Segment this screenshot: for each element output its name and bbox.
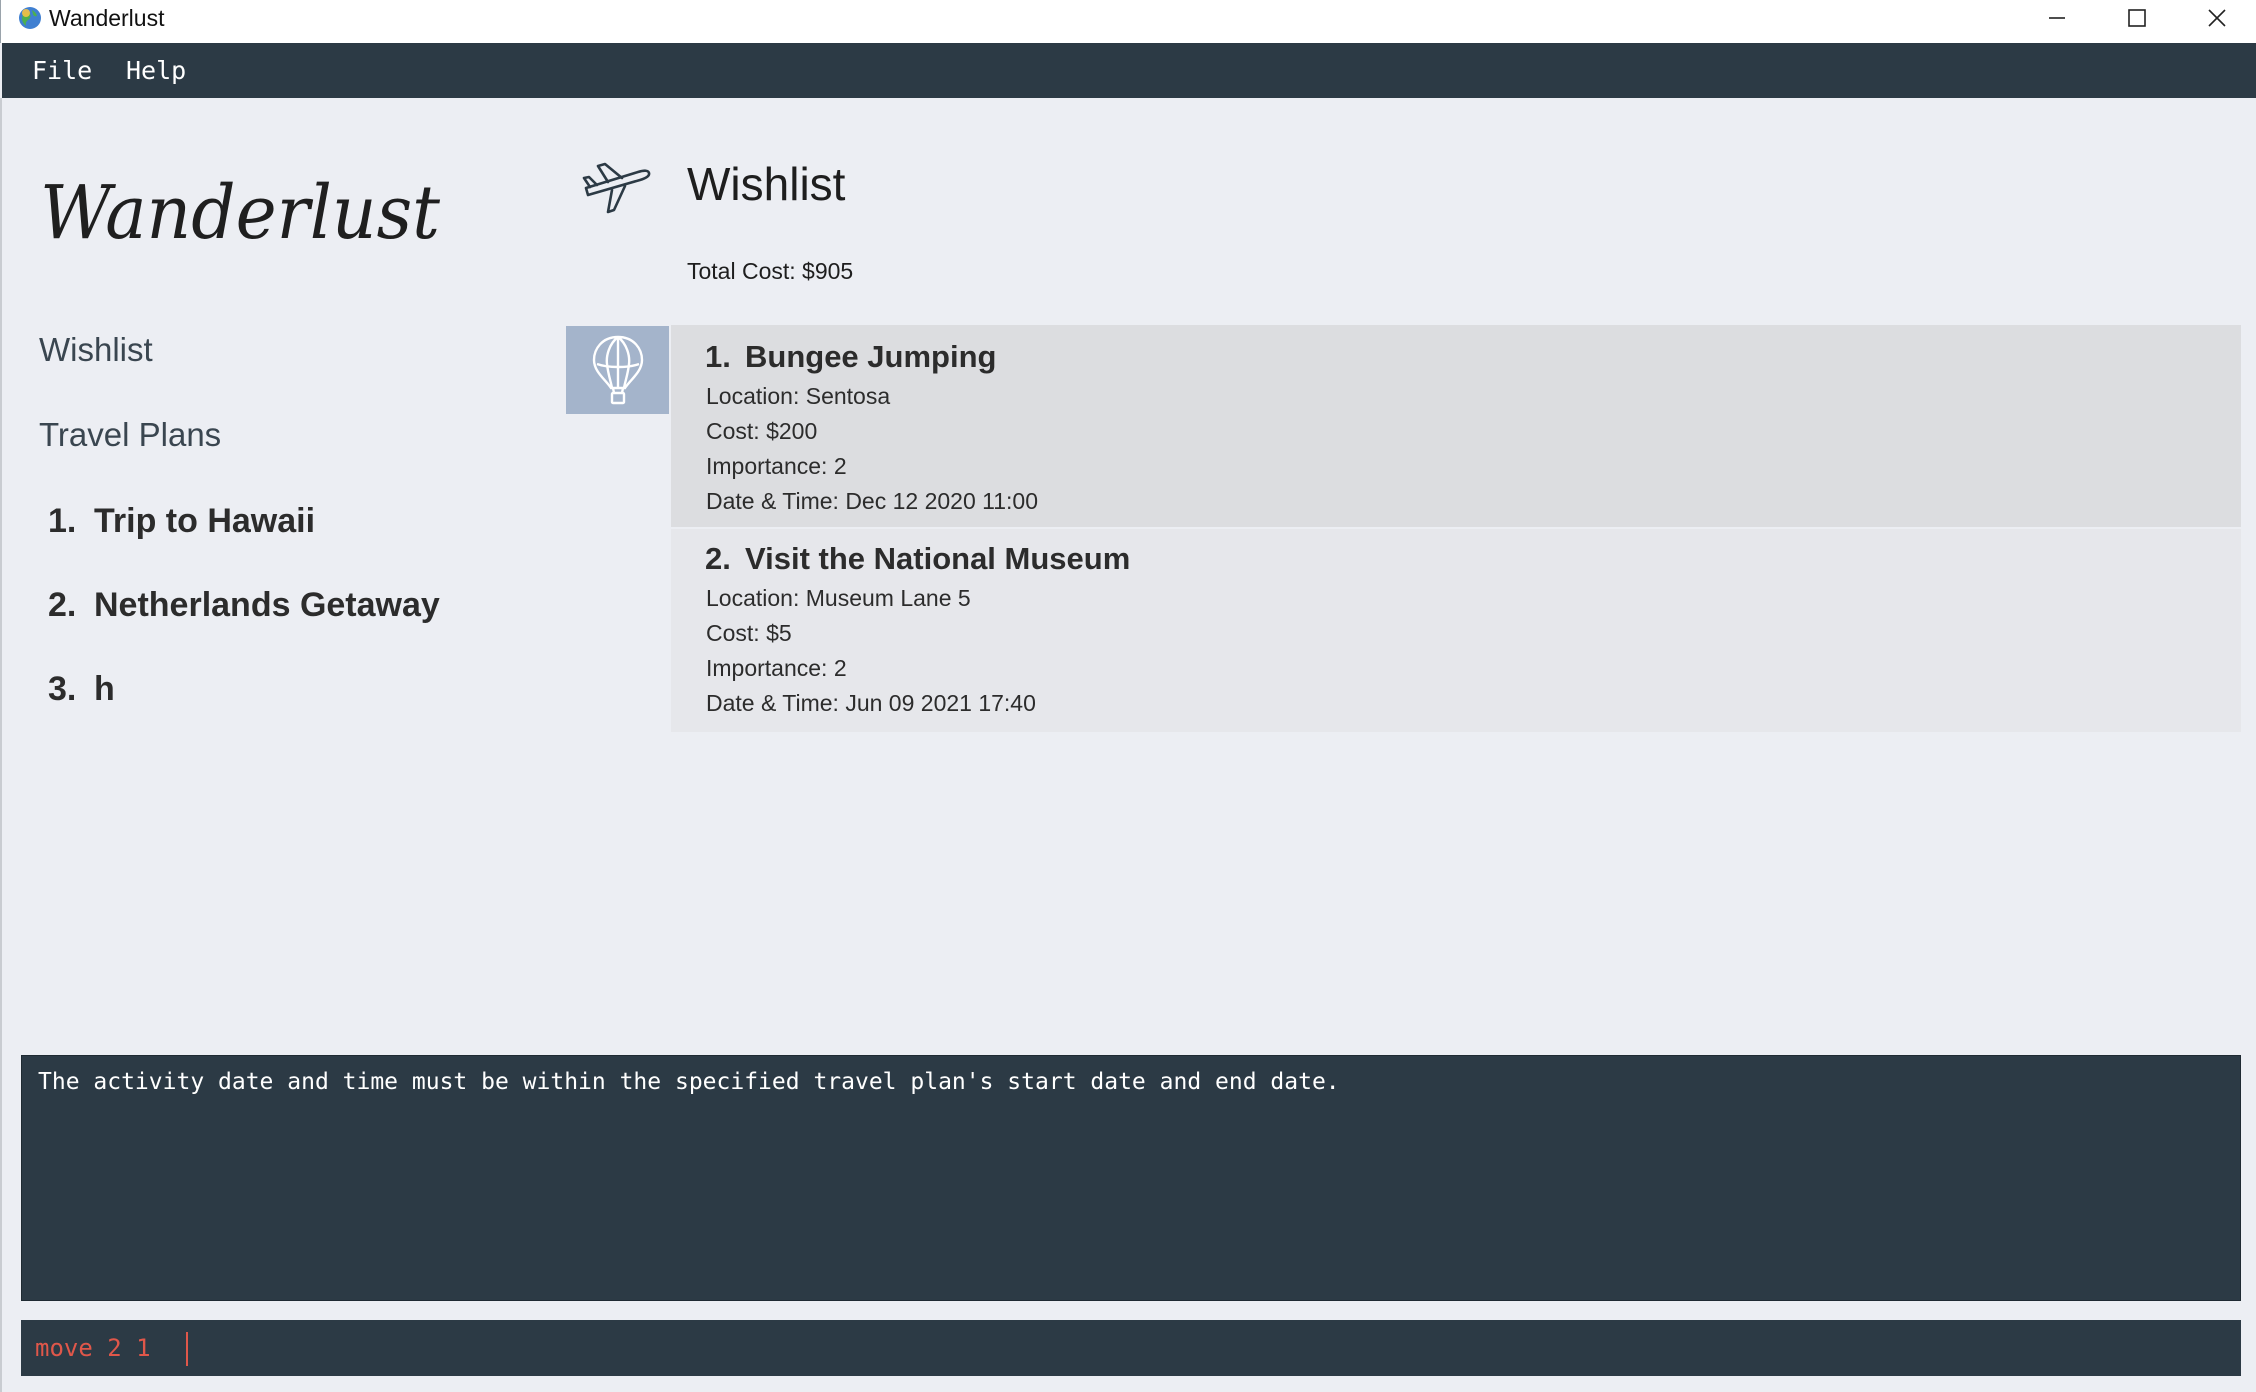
plan-name: h <box>94 670 115 708</box>
activity-importance: Importance: 2 <box>706 453 847 479</box>
activity-location: Location: Sentosa <box>706 383 891 409</box>
menu-help[interactable]: Help <box>126 57 186 85</box>
window-title-bar: Wanderlust <box>0 0 2256 43</box>
activity-datetime: Date & Time: Jun 09 2021 17:40 <box>706 690 1036 716</box>
airplane-icon <box>582 162 651 214</box>
window-title: Wanderlust <box>49 5 165 31</box>
activity-number: 2. <box>705 541 731 576</box>
minimize-icon <box>2049 17 2065 19</box>
minimize-button[interactable] <box>2017 0 2097 36</box>
menu-bar: File Help <box>2 43 2256 98</box>
activity-name: 2. Visit the National Museum <box>705 541 1130 577</box>
activity-cost: Cost: $200 <box>706 418 818 444</box>
activity-number: 1. <box>705 339 731 374</box>
plan-number: 2. <box>48 586 77 624</box>
window-left-border <box>0 98 2 1392</box>
activity-name: 1. Bungee Jumping <box>705 339 996 375</box>
hot-air-balloon-icon <box>592 335 643 405</box>
activity-location: Location: Museum Lane 5 <box>706 585 971 611</box>
plan-name: Netherlands Getaway <box>94 586 440 624</box>
maximize-button[interactable] <box>2097 0 2177 36</box>
text-caret <box>186 1332 188 1366</box>
plan-name: Trip to Hawaii <box>94 502 316 540</box>
activity-card[interactable]: 2. Visit the National Museum Location: Mu… <box>671 529 2241 732</box>
activity-icon-box <box>566 326 669 414</box>
close-button[interactable] <box>2177 0 2256 36</box>
activity-importance: Importance: 2 <box>706 655 847 681</box>
svg-text:Wanderlust: Wanderlust <box>40 170 440 256</box>
activity-title: Bungee Jumping <box>745 339 997 374</box>
sidebar-plan-item[interactable]: 1. Trip to Hawaii <box>48 501 315 541</box>
plan-number: 3. <box>48 670 77 708</box>
activity-datetime: Date & Time: Dec 12 2020 11:00 <box>706 488 1038 514</box>
wanderlust-logo: Wanderlust <box>40 170 440 256</box>
sidebar-plan-item[interactable]: 3. h <box>48 669 115 709</box>
page-title: Wishlist <box>687 158 846 210</box>
globe-icon <box>19 7 41 29</box>
result-message: The activity date and time must be withi… <box>38 1069 1340 1095</box>
command-box[interactable] <box>21 1320 2241 1376</box>
sidebar-wishlist[interactable]: Wishlist <box>39 330 153 370</box>
activity-card[interactable]: 1. Bungee Jumping Location: Sentosa Cost:… <box>671 325 2241 527</box>
result-display[interactable]: The activity date and time must be withi… <box>21 1055 2241 1301</box>
sidebar-plan-item[interactable]: 2. Netherlands Getaway <box>48 585 440 625</box>
maximize-icon <box>2128 9 2146 27</box>
menu-file[interactable]: File <box>32 57 92 85</box>
close-icon <box>2208 9 2226 27</box>
command-input[interactable] <box>35 1332 2215 1364</box>
total-cost: Total Cost: $905 <box>687 258 854 284</box>
activity-title: Visit the National Museum <box>745 541 1131 576</box>
activity-cost: Cost: $5 <box>706 620 792 646</box>
plan-number: 1. <box>48 502 77 540</box>
sidebar-travel-plans[interactable]: Travel Plans <box>39 415 221 455</box>
